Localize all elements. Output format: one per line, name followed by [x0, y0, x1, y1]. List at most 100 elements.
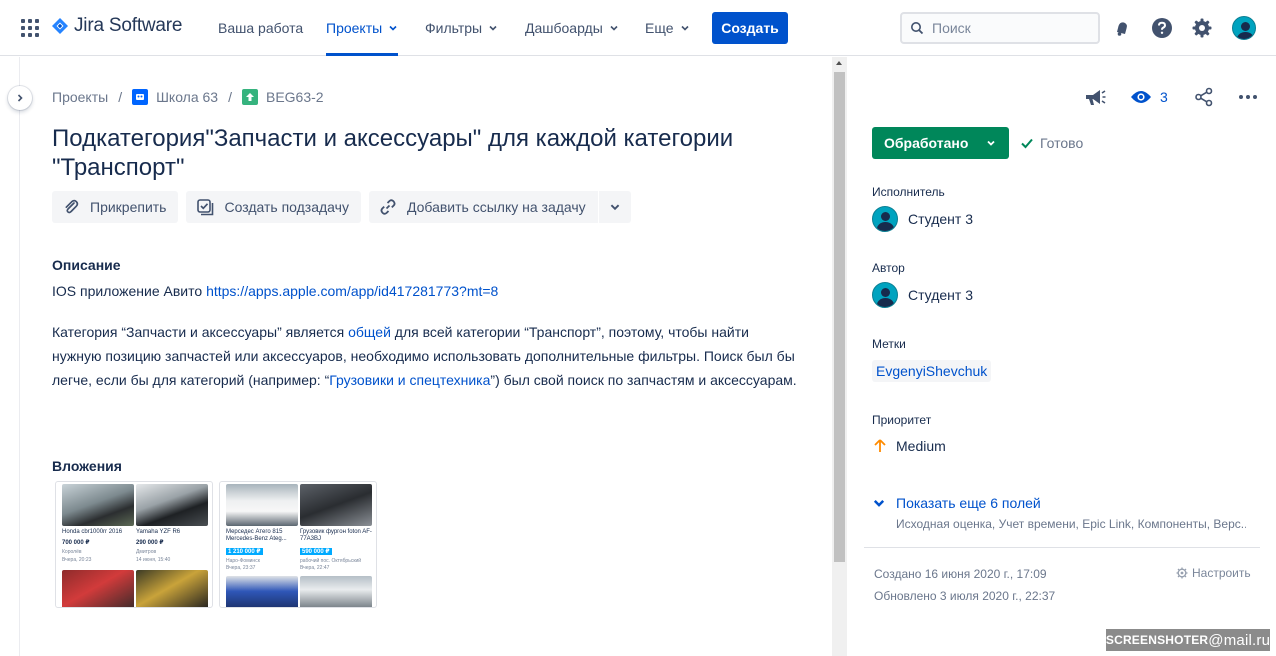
listing-photo-truck — [300, 576, 372, 607]
create-button[interactable]: Создать — [712, 12, 788, 44]
priority-value: Medium — [896, 438, 946, 454]
notifications-icon[interactable] — [1109, 15, 1135, 41]
priority-medium-icon — [874, 439, 886, 452]
more-options-button[interactable] — [1238, 86, 1258, 108]
nav-projects[interactable]: Проекты — [326, 0, 399, 56]
breadcrumb: Проекты / Школа 63 / BEG63-2 — [52, 89, 324, 105]
configure-button[interactable]: Настроить — [1176, 566, 1251, 580]
listing-price: 700 000 ₽ — [62, 540, 90, 546]
watermark-brand: SCREENSHOTER — [1105, 633, 1209, 647]
search-input[interactable] — [932, 20, 1082, 36]
story-type-icon — [241, 89, 258, 105]
breadcrumb-separator: / — [228, 89, 232, 105]
listing-title: Грузовик фургон foton AF-77A3BJ — [300, 529, 372, 542]
labels-field-label: Метки — [872, 337, 906, 351]
description-paragraph[interactable]: Категория “Запчасти и аксессуары” являет… — [52, 320, 802, 392]
priority-field[interactable]: Medium — [874, 438, 946, 454]
feedback-button[interactable] — [1084, 86, 1106, 108]
issue-title[interactable]: Подкатегория"Запчасти и аксессуары" для … — [52, 124, 812, 182]
jira-logo[interactable]: Jira Software — [52, 15, 182, 37]
trucks-category-link[interactable]: Грузовики и спецтехника — [329, 372, 490, 388]
attach-label: Прикрепить — [90, 199, 167, 215]
nav-filters-label: Фильтры — [425, 20, 483, 36]
breadcrumb-issue-key[interactable]: BEG63-2 — [266, 89, 324, 105]
listing-photo-truck — [226, 576, 298, 607]
nav-dashboards[interactable]: Дашбоарды — [525, 0, 619, 56]
assignee-field[interactable]: Студент 3 — [872, 206, 973, 232]
general-link[interactable]: общей — [348, 324, 391, 340]
create-subtask-label: Создать подзадачу — [224, 199, 349, 215]
search-box[interactable] — [900, 12, 1100, 44]
app-store-link[interactable]: https://apps.apple.com/app/id417281773?m… — [206, 283, 498, 299]
nav-filters[interactable]: Фильтры — [425, 0, 498, 56]
breadcrumb-separator: / — [118, 89, 123, 105]
expand-sidebar-button[interactable] — [8, 86, 32, 110]
listing-photo-motorcycle — [136, 484, 208, 526]
description-text: ”) был свой поиск по запчастям и аксессу… — [490, 372, 797, 388]
gear-icon — [1176, 567, 1188, 579]
subtask-icon — [197, 199, 214, 216]
updated-date: Обновлено 3 июля 2020 г., 22:37 — [874, 589, 1056, 603]
share-icon — [1195, 87, 1213, 107]
attachment-thumbnail[interactable]: Honda cbr1000rr 2016 Yamaha YZF R6 700 0… — [55, 481, 213, 608]
listing-title: Yamaha YZF R6 — [136, 529, 181, 535]
reporter-field[interactable]: Студент 3 — [872, 282, 973, 308]
chevron-right-icon — [17, 94, 23, 102]
app-name: Jira Software — [74, 15, 183, 36]
chevron-down-icon — [987, 140, 996, 146]
chevron-down-icon — [610, 204, 619, 211]
priority-field-label: Приоритет — [872, 413, 932, 427]
attachment-thumbnail[interactable]: Мерседес Атего 815 Mercedes-Benz Ateg...… — [219, 481, 377, 608]
listing-price: 1 210 000 ₽ — [226, 548, 263, 555]
scrollbar-thumb[interactable] — [834, 72, 845, 562]
breadcrumb-project[interactable]: Школа 63 — [156, 89, 218, 105]
breadcrumb-projects[interactable]: Проекты — [52, 89, 108, 105]
nav-more-label: Еще — [645, 20, 674, 36]
avatar — [1232, 16, 1256, 40]
reporter-name: Студент 3 — [908, 287, 973, 303]
nav-more[interactable]: Еще — [645, 0, 690, 56]
scroll-up-arrow-icon[interactable] — [836, 61, 842, 65]
listing-location: рабочий пос. Октябрьский — [300, 558, 362, 564]
add-issue-link-button[interactable]: Добавить ссылку на задачу — [368, 191, 598, 223]
screenshot-watermark: SCREENSHOTER @mail.ru — [1106, 629, 1270, 651]
issue-actions-toolbar: Прикрепить Создать подзадачу Добавить сс… — [52, 191, 631, 223]
share-button[interactable] — [1194, 86, 1214, 108]
nav-projects-label: Проекты — [326, 20, 383, 36]
assignee-field-label: Исполнитель — [872, 185, 945, 199]
chevron-down-icon — [489, 25, 497, 31]
listing-date: Вчера, 22:47 — [300, 565, 330, 571]
chevron-down-icon — [873, 500, 885, 507]
settings-icon[interactable] — [1189, 15, 1215, 41]
listing-price: 590 000 ₽ — [300, 548, 332, 555]
app-switcher-icon[interactable] — [21, 19, 39, 37]
description-text: IOS приложение Авито — [52, 283, 207, 299]
show-more-label: Показать еще 6 полей — [896, 495, 1041, 511]
attach-button[interactable]: Прикрепить — [52, 191, 179, 223]
nav-your-work[interactable]: Ваша работа — [218, 0, 303, 56]
listing-photo-motorcycle — [136, 570, 208, 607]
create-subtask-button[interactable]: Создать подзадачу — [186, 191, 361, 223]
nav-dashboards-label: Дашбоарды — [525, 20, 603, 36]
eye-icon — [1131, 91, 1151, 103]
listing-date: 14 июня, 15:40 — [136, 557, 171, 563]
link-issue-group: Добавить ссылку на задачу — [368, 191, 631, 223]
more-actions-dropdown[interactable] — [598, 191, 631, 223]
check-icon — [1021, 138, 1033, 149]
ellipsis-icon — [1239, 95, 1257, 99]
megaphone-icon — [1086, 90, 1106, 105]
help-icon[interactable] — [1149, 15, 1175, 41]
listing-location: Наро-Фоминск — [226, 558, 260, 564]
description-line[interactable]: IOS приложение Авито https://apps.apple.… — [52, 283, 498, 299]
listing-photo-truck — [300, 484, 372, 526]
chevron-down-icon — [680, 25, 689, 31]
user-avatar[interactable] — [1231, 15, 1257, 41]
show-more-fields-button[interactable]: Показать еще 6 полей — [872, 495, 1041, 511]
paperclip-icon — [65, 199, 79, 214]
label-chip[interactable]: EvgenyiShevchuk — [872, 360, 992, 382]
add-issue-link-label: Добавить ссылку на задачу — [406, 199, 586, 215]
status-label: Обработано — [884, 135, 969, 151]
watchers-button[interactable]: 3 — [1130, 86, 1168, 108]
status-dropdown[interactable]: Обработано — [872, 127, 1009, 159]
listing-photo-motorcycle — [62, 570, 134, 607]
